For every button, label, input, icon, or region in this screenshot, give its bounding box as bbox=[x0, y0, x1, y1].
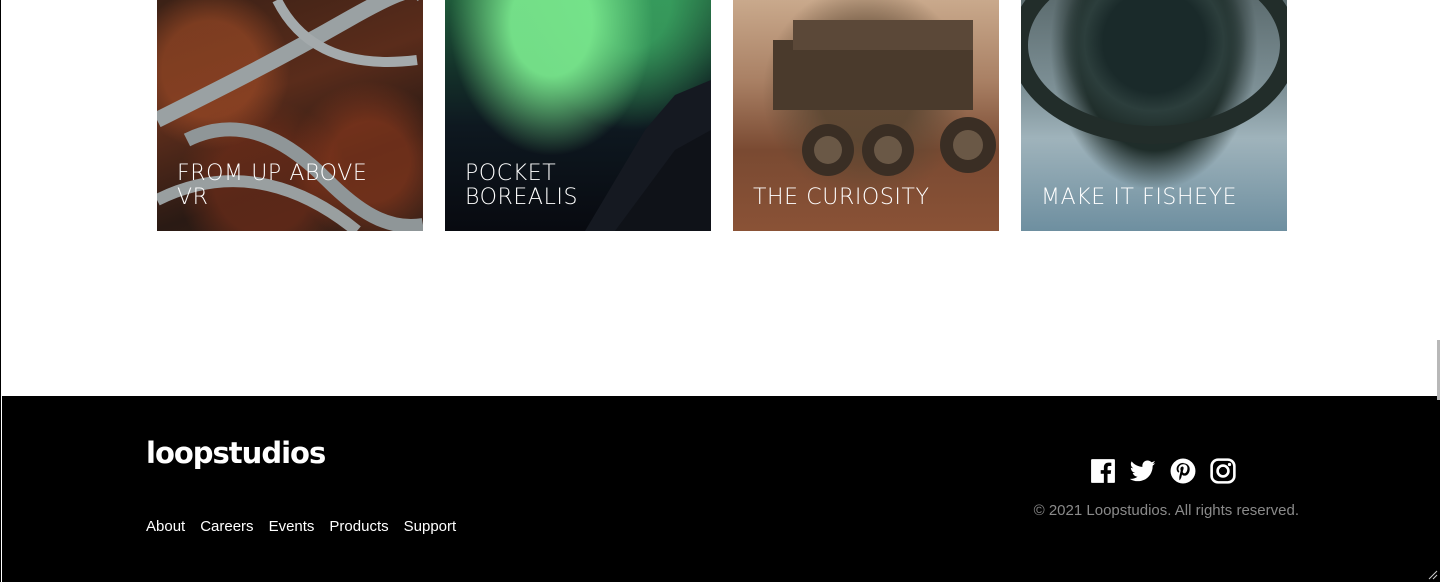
creation-title: Make It Fisheye bbox=[1041, 185, 1238, 210]
facebook-icon bbox=[1091, 459, 1115, 483]
footer-nav: About Careers Events Products Support bbox=[146, 518, 456, 535]
instagram-icon bbox=[1210, 458, 1236, 484]
twitter-link[interactable] bbox=[1130, 458, 1156, 484]
pinterest-icon bbox=[1170, 458, 1196, 484]
instagram-link[interactable] bbox=[1210, 458, 1236, 484]
creation-card-pocket-borealis[interactable]: Pocket Borealis bbox=[445, 0, 711, 231]
footer-logo[interactable]: loopstudios bbox=[146, 436, 326, 470]
copyright-text: © 2021 Loopstudios. All rights reserved. bbox=[1033, 502, 1299, 519]
footer-link-products[interactable]: Products bbox=[329, 518, 388, 535]
footer-link-about[interactable]: About bbox=[146, 518, 185, 535]
facebook-link[interactable] bbox=[1090, 458, 1116, 484]
social-links bbox=[1090, 458, 1236, 484]
resize-grip-icon[interactable] bbox=[1426, 568, 1438, 580]
twitter-icon bbox=[1130, 460, 1156, 482]
creation-card-from-up-above-vr[interactable]: From Up Above VR bbox=[157, 0, 423, 231]
creation-card-make-it-fisheye[interactable]: Make It Fisheye bbox=[1021, 0, 1287, 231]
footer-link-events[interactable]: Events bbox=[269, 518, 315, 535]
footer-link-careers[interactable]: Careers bbox=[200, 518, 253, 535]
creation-title: From Up Above VR bbox=[177, 161, 368, 210]
creation-card-the-curiosity[interactable]: The Curiosity bbox=[733, 0, 999, 231]
page: From Up Above VR Pocket Borealis The Cur… bbox=[0, 0, 1440, 582]
creation-title: Pocket Borealis bbox=[465, 161, 579, 210]
creations-grid: From Up Above VR Pocket Borealis The Cur… bbox=[157, 0, 1287, 231]
footer-link-support[interactable]: Support bbox=[404, 518, 457, 535]
pinterest-link[interactable] bbox=[1170, 458, 1196, 484]
creation-title: The Curiosity bbox=[753, 185, 930, 210]
site-footer: loopstudios About Careers Events Product… bbox=[2, 396, 1440, 582]
